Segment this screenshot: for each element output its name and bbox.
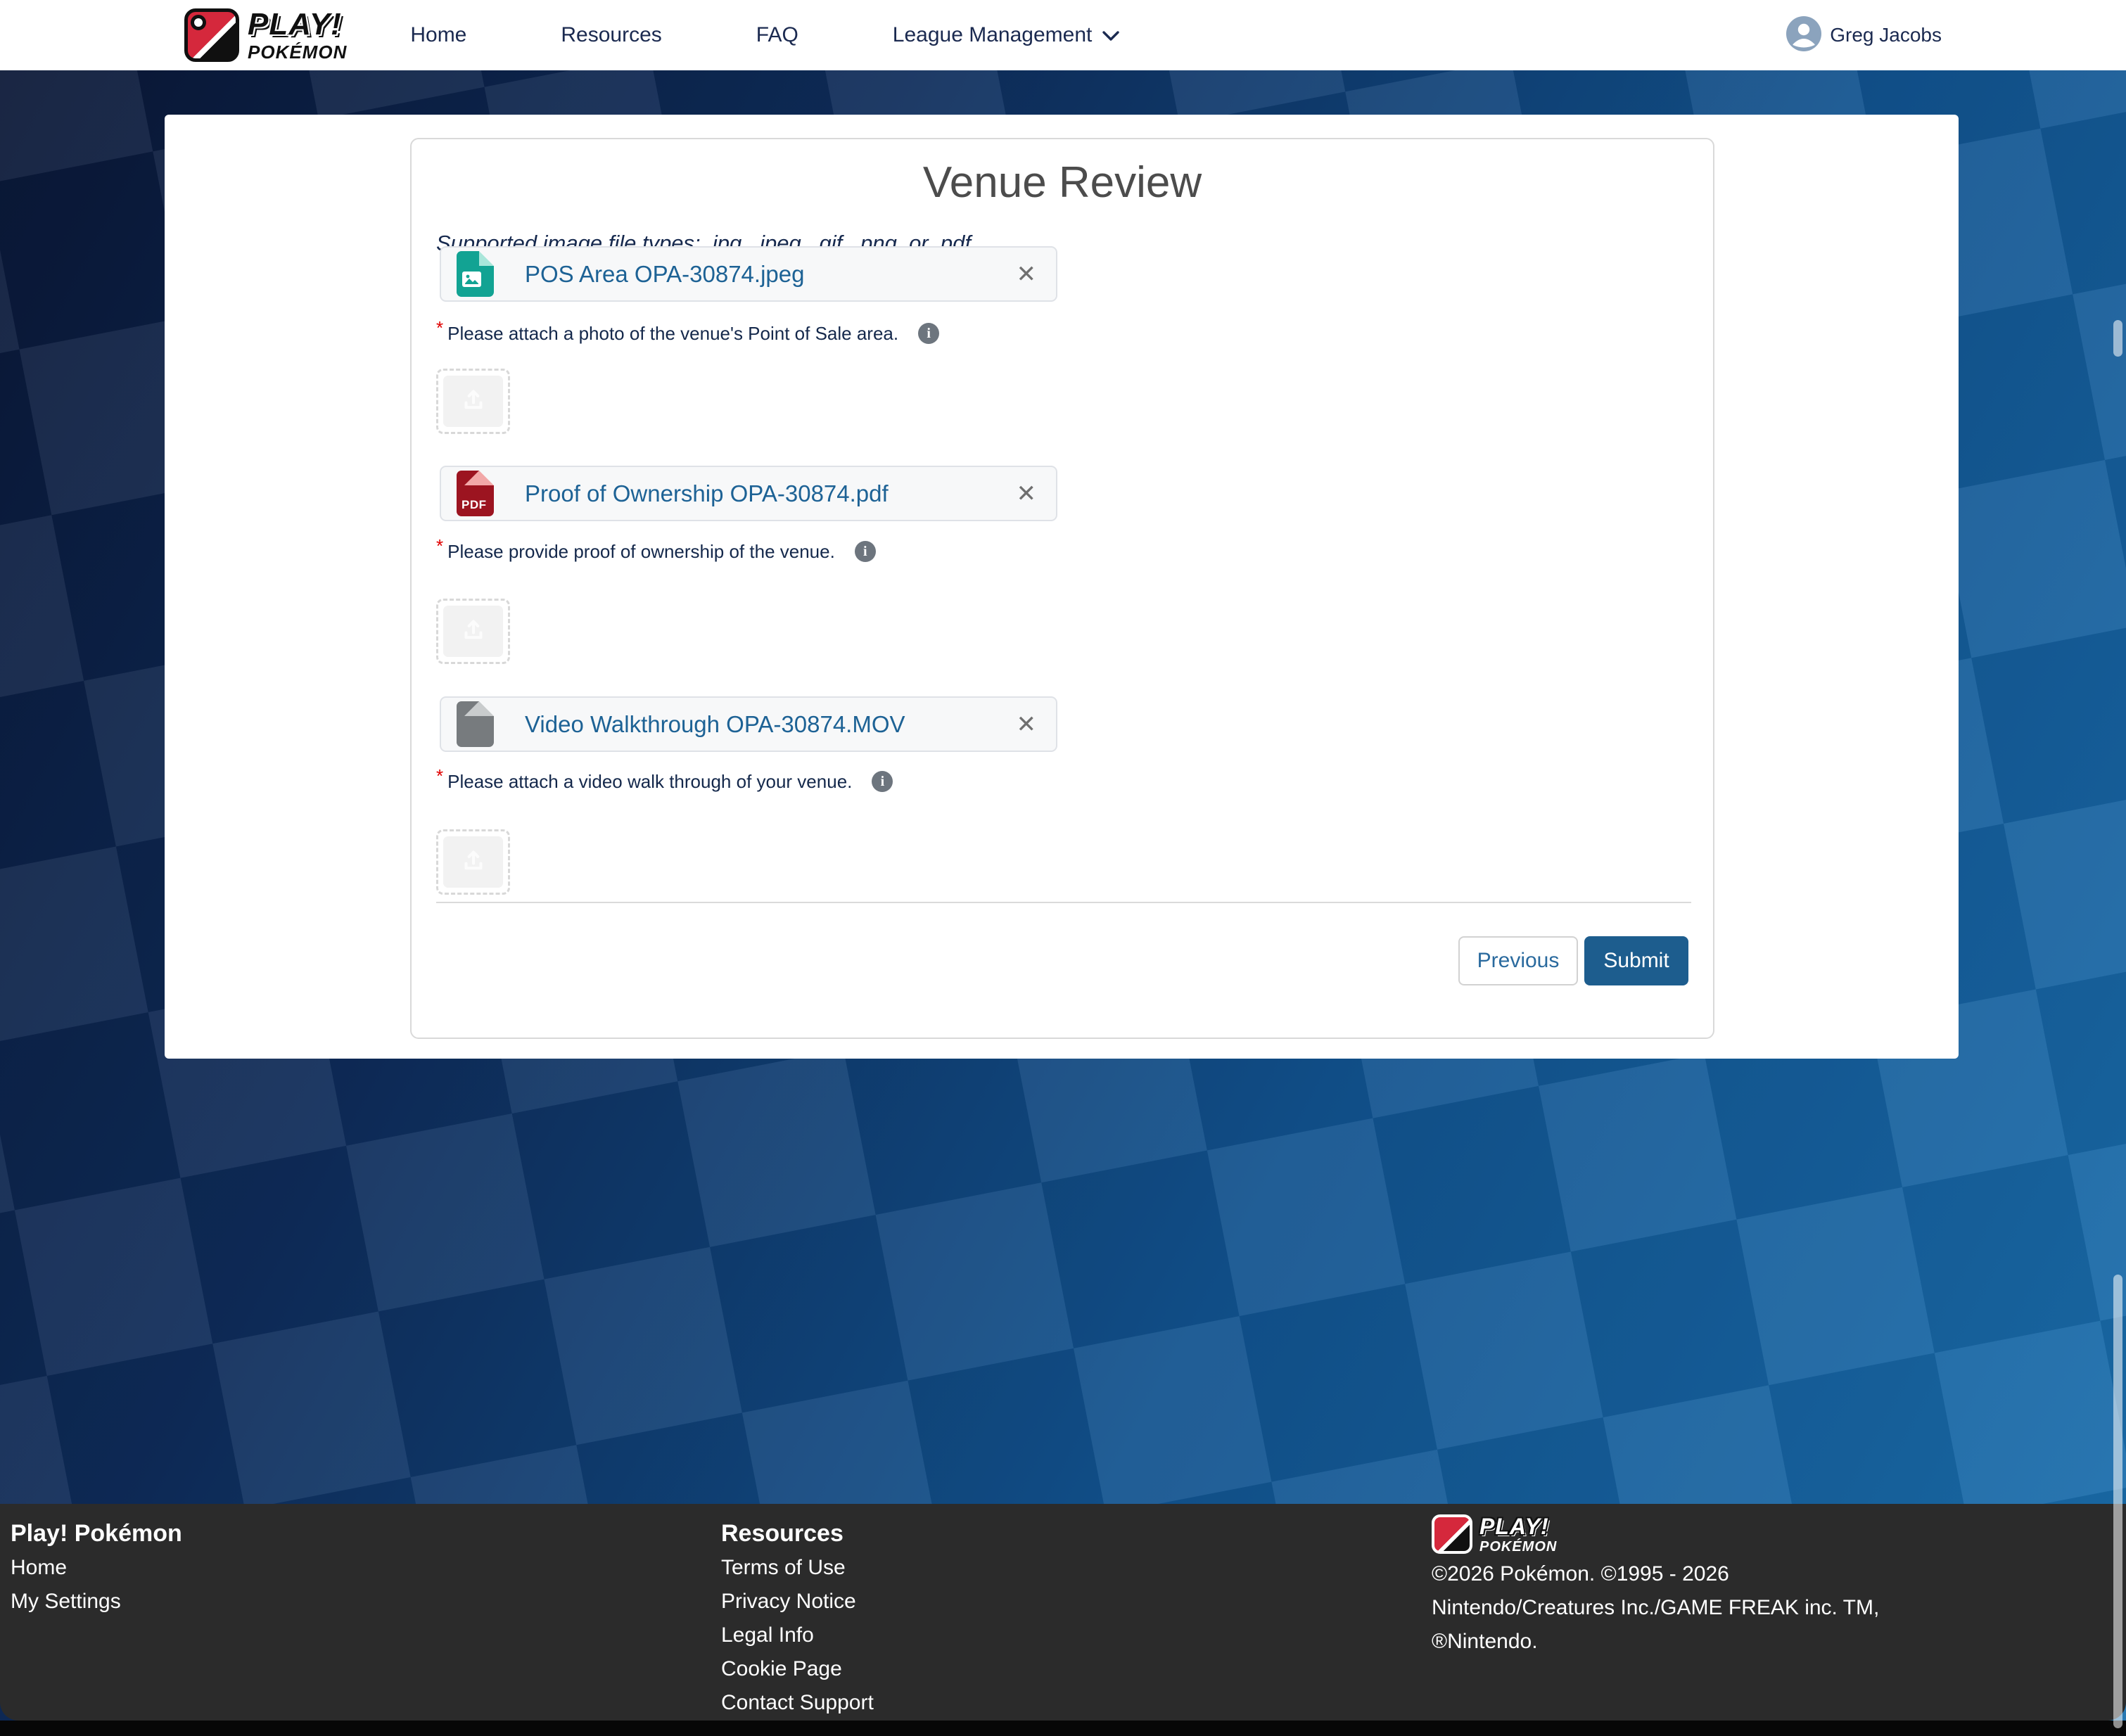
upload-dropzone[interactable] <box>436 829 510 895</box>
remove-file-button[interactable] <box>1012 260 1041 289</box>
page-title: Venue Review <box>436 158 1688 208</box>
attachment-caption: * Please provide proof of ownership of t… <box>436 535 1688 568</box>
footer-link-contact-support[interactable]: Contact Support <box>721 1686 874 1720</box>
upload-icon <box>460 848 487 876</box>
main-nav: Home Resources FAQ League Management <box>410 23 1167 47</box>
image-file-icon <box>457 251 494 297</box>
nav-league-management[interactable]: League Management <box>846 23 1168 47</box>
bottom-strip <box>0 1721 2126 1736</box>
attachment-row-proof-of-ownership: PDF Proof of Ownership OPA-30874.pdf <box>440 466 1057 521</box>
chevron-down-icon <box>1102 23 1120 47</box>
footer-column-play-pokemon: Play! Pokémon Home My Settings <box>11 1504 182 1619</box>
footer-link-terms-of-use[interactable]: Terms of Use <box>721 1551 874 1585</box>
play-pokemon-logo-icon <box>184 8 239 62</box>
info-icon[interactable]: i <box>918 323 939 344</box>
upload-dropzone[interactable] <box>436 369 510 434</box>
attachment-row-video-walkthrough: Video Walkthrough OPA-30874.MOV <box>440 696 1057 752</box>
pdf-file-icon: PDF <box>457 471 494 516</box>
footer-link-my-settings[interactable]: My Settings <box>11 1585 182 1619</box>
form-actions: Previous Submit <box>436 936 1688 985</box>
scrollbar-thumb-inner[interactable] <box>2113 320 2122 357</box>
upload-dropzone[interactable] <box>436 599 510 664</box>
footer: Play! Pokémon Home My Settings Resources… <box>0 1504 2126 1721</box>
upload-icon <box>460 387 487 416</box>
user-name: Greg Jacobs <box>1830 24 1942 46</box>
nav-resources[interactable]: Resources <box>514 23 708 47</box>
copyright-line: Nintendo/Creatures Inc./GAME FREAK inc. … <box>1432 1591 1879 1625</box>
footer-column-resources: Resources Terms of Use Privacy Notice Le… <box>721 1504 874 1720</box>
previous-button[interactable]: Previous <box>1458 936 1578 985</box>
copyright-line: ®Nintendo. <box>1432 1625 1879 1659</box>
info-icon[interactable]: i <box>855 541 876 562</box>
remove-file-button[interactable] <box>1012 710 1041 739</box>
play-pokemon-logo[interactable]: PLAY! POKÉMON <box>184 8 347 62</box>
footer-link-cookie-page[interactable]: Cookie Page <box>721 1652 874 1686</box>
required-asterisk: * <box>436 319 443 337</box>
attachment-caption: * Please attach a video walk through of … <box>436 765 1688 798</box>
required-asterisk: * <box>436 767 443 785</box>
footer-logo-pokemon-text: POKÉMON <box>1479 1540 1557 1554</box>
nav-home[interactable]: Home <box>410 23 514 47</box>
file-link[interactable]: POS Area OPA-30874.jpeg <box>525 261 804 288</box>
image-glyph-icon <box>462 272 481 291</box>
copyright-line: ©2026 Pokémon. ©1995 - 2026 <box>1432 1557 1879 1591</box>
file-link[interactable]: Video Walkthrough OPA-30874.MOV <box>525 711 905 738</box>
required-asterisk: * <box>436 537 443 555</box>
footer-logo-play-text: PLAY! <box>1479 1515 1557 1538</box>
file-link[interactable]: Proof of Ownership OPA-30874.pdf <box>525 480 889 507</box>
attachment-row-pos-area: POS Area OPA-30874.jpeg <box>440 246 1057 302</box>
footer-heading: Resources <box>721 1516 874 1551</box>
scrollbar-thumb[interactable] <box>2113 1275 2122 1728</box>
nav-faq[interactable]: FAQ <box>709 23 846 47</box>
footer-play-pokemon-logo: PLAY! POKÉMON <box>1432 1511 1879 1557</box>
info-icon[interactable]: i <box>872 771 893 792</box>
avatar-icon <box>1786 16 1821 55</box>
top-navbar: PLAY! POKÉMON Home Resources FAQ League … <box>0 0 2126 70</box>
upload-icon <box>460 617 487 646</box>
main-content-panel: Venue Review Supported image file types:… <box>165 115 1959 1059</box>
footer-link-home[interactable]: Home <box>11 1551 182 1585</box>
logo-pokemon-text: POKÉMON <box>248 43 347 61</box>
remove-file-button[interactable] <box>1012 479 1041 509</box>
attachment-caption: * Please attach a photo of the venue's P… <box>436 317 1688 347</box>
pdf-badge: PDF <box>462 498 487 512</box>
footer-link-privacy-notice[interactable]: Privacy Notice <box>721 1585 874 1619</box>
generic-file-icon <box>457 701 494 747</box>
form-divider <box>436 902 1691 903</box>
submit-button[interactable]: Submit <box>1584 936 1688 985</box>
user-menu[interactable]: Greg Jacobs <box>1786 0 1942 70</box>
venue-review-card: Venue Review Supported image file types:… <box>410 138 1714 1039</box>
logo-play-text: PLAY! <box>248 9 347 40</box>
footer-heading: Play! Pokémon <box>11 1516 182 1551</box>
footer-logo-icon <box>1432 1514 1472 1554</box>
footer-column-legal: PLAY! POKÉMON ©2026 Pokémon. ©1995 - 202… <box>1432 1504 1879 1659</box>
footer-link-legal-info[interactable]: Legal Info <box>721 1619 874 1652</box>
